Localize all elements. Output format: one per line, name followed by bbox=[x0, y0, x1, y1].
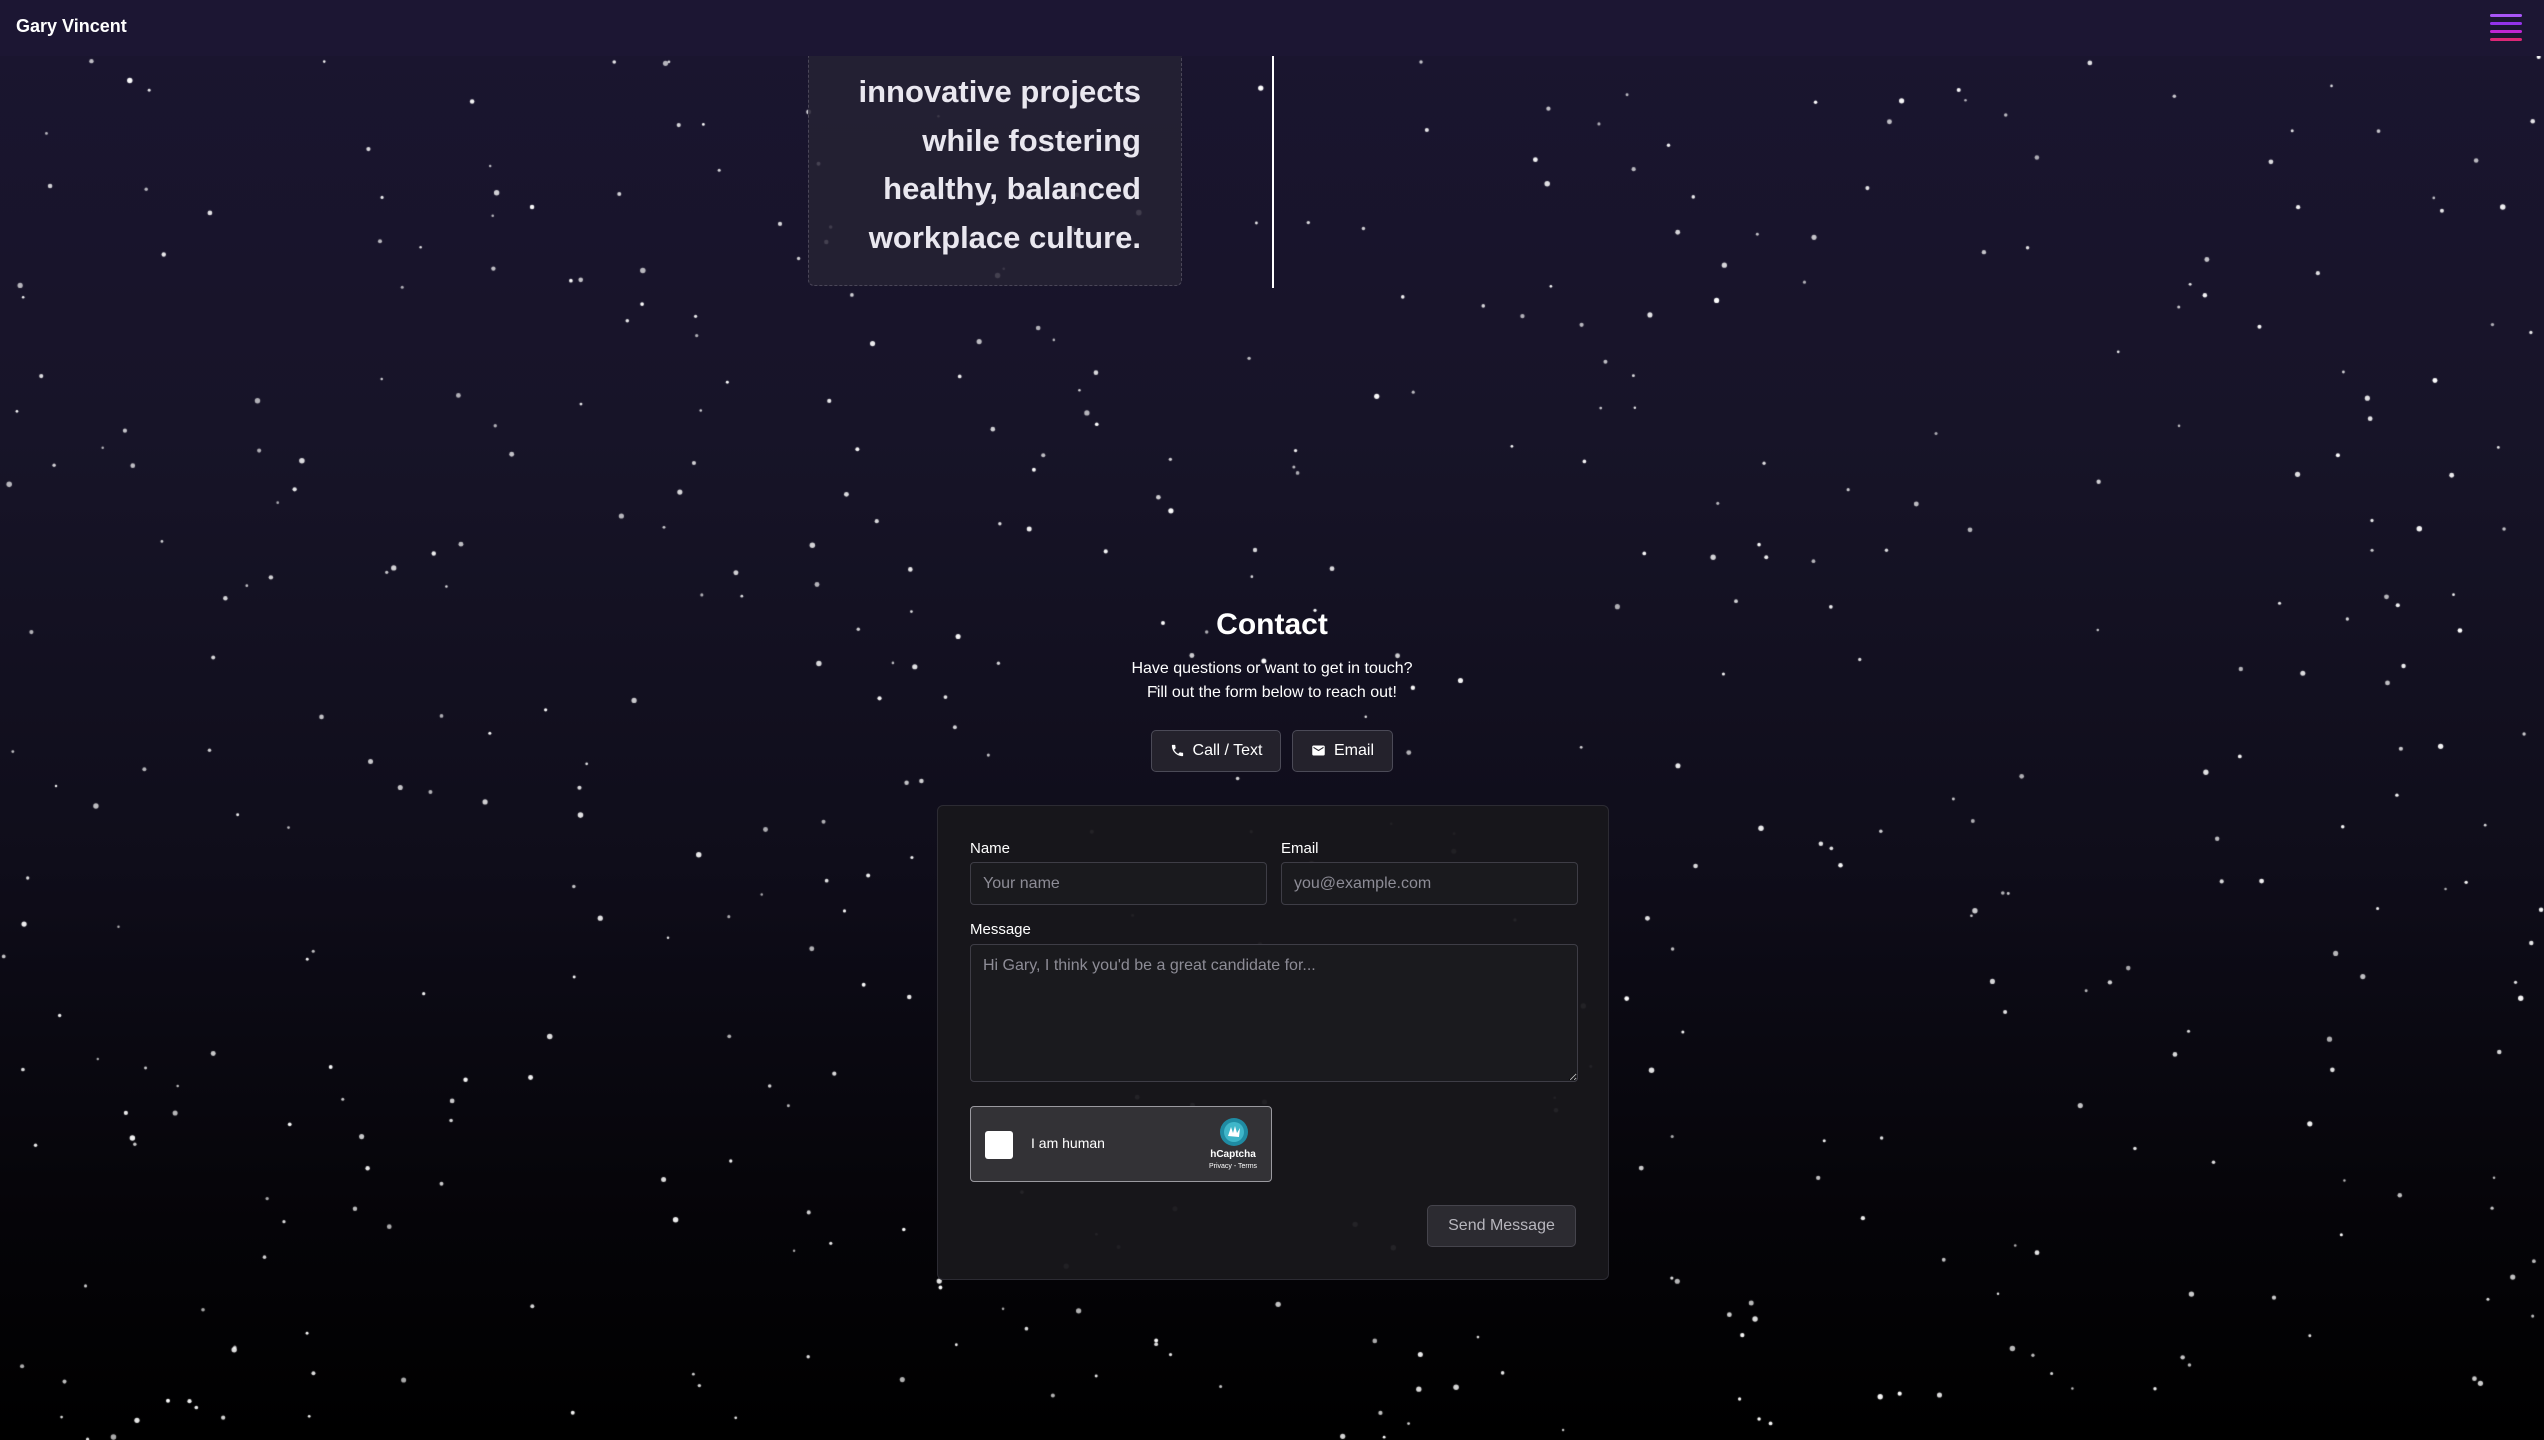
contact-subtitle-line1: Have questions or want to get in touch? bbox=[1131, 660, 1413, 677]
site-brand[interactable]: Gary Vincent bbox=[16, 16, 127, 37]
contact-heading: Contact bbox=[1216, 608, 1328, 641]
hcaptcha-widget: I am human hCaptcha Privacy - Terms bbox=[970, 1106, 1272, 1182]
call-text-button[interactable]: Call / Text bbox=[1151, 730, 1281, 772]
hamburger-menu-icon[interactable] bbox=[2490, 14, 2522, 42]
timeline-card-line: innovative projects bbox=[858, 74, 1141, 109]
captcha-checkbox[interactable] bbox=[985, 1131, 1013, 1159]
captcha-privacy-terms-link[interactable]: Privacy - Terms bbox=[1197, 1163, 1269, 1170]
contact-subtitle-line2: Fill out the form below to reach out! bbox=[1147, 684, 1397, 701]
message-textarea[interactable] bbox=[970, 944, 1578, 1082]
timeline-card-line: while fostering bbox=[922, 122, 1141, 158]
captcha-brand: hCaptcha bbox=[1210, 1149, 1256, 1160]
call-text-label: Call / Text bbox=[1192, 742, 1263, 759]
phone-icon bbox=[1171, 744, 1183, 757]
email-input[interactable] bbox=[1281, 862, 1578, 905]
captcha-label: I am human bbox=[1031, 1135, 1105, 1151]
top-navbar: Gary Vincent bbox=[0, 0, 2544, 56]
name-label: Name bbox=[970, 840, 1011, 857]
message-label: Message bbox=[970, 921, 1031, 938]
timeline-divider bbox=[1272, 56, 1274, 288]
send-message-button[interactable]: Send Message bbox=[1427, 1205, 1576, 1247]
hcaptcha-logo-icon bbox=[1220, 1118, 1248, 1146]
contact-form: Name Email Message I am human hCaptcha P… bbox=[937, 805, 1609, 1280]
timeline-card-line: healthy, balanced bbox=[883, 171, 1141, 206]
email-button[interactable]: Email bbox=[1292, 730, 1393, 772]
email-field-label: Email bbox=[1281, 840, 1319, 857]
envelope-icon bbox=[1312, 745, 1325, 756]
name-input[interactable] bbox=[970, 862, 1267, 905]
email-label: Email bbox=[1333, 742, 1374, 759]
timeline-card-line: workplace culture. bbox=[868, 219, 1141, 255]
timeline-card-text: innovative projects while fostering heal… bbox=[811, 68, 1141, 262]
timeline-card: innovative projects while fostering heal… bbox=[808, 52, 1182, 286]
